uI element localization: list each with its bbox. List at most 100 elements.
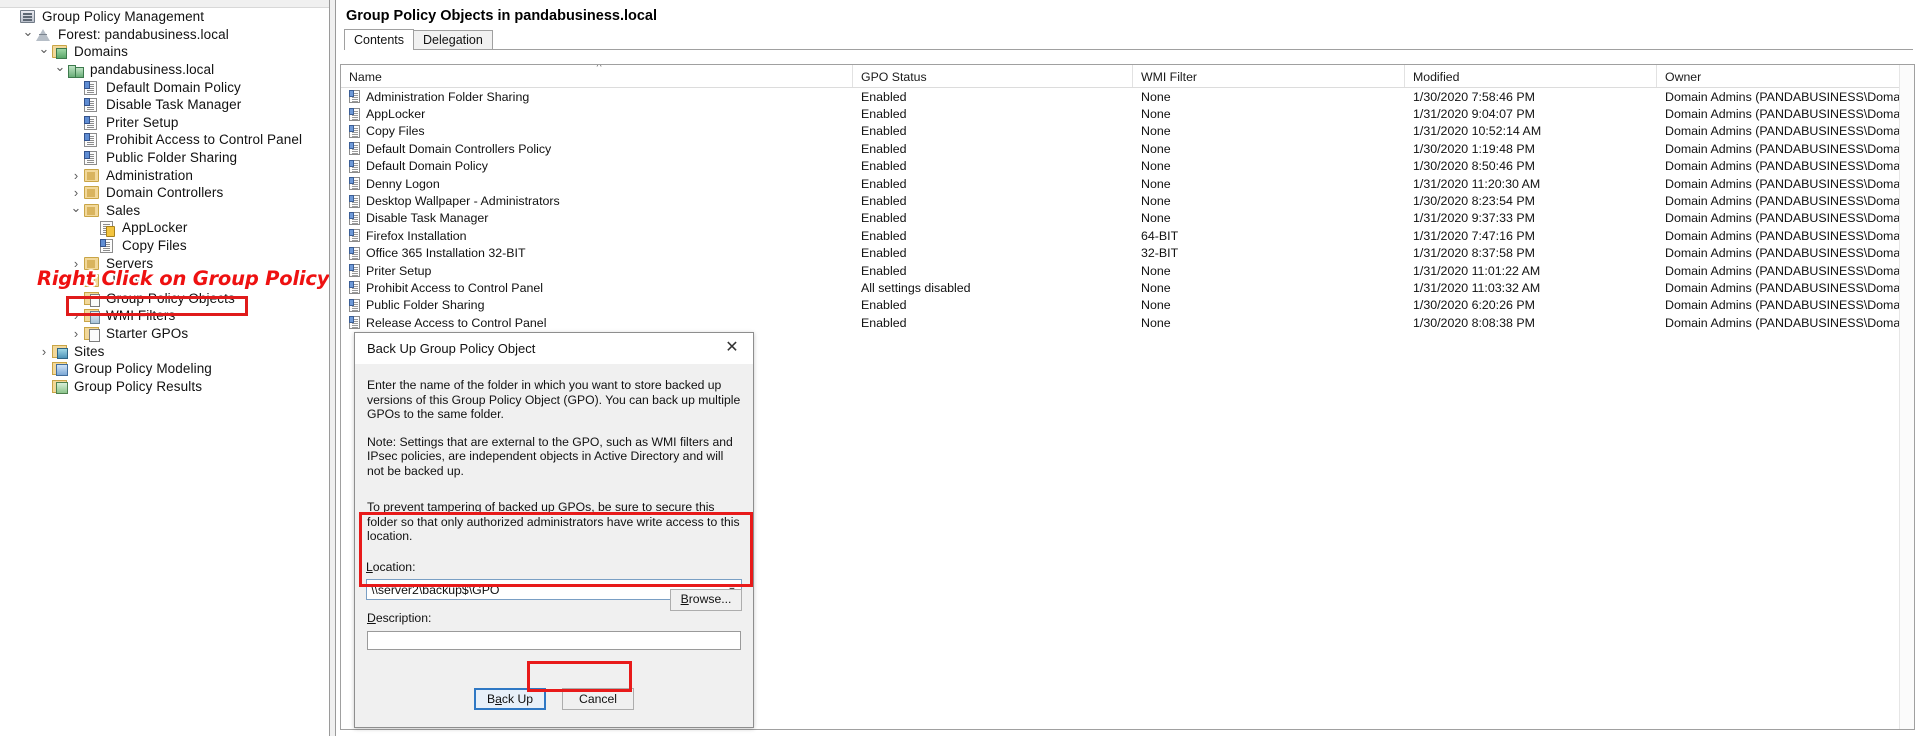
cell-text: Denny Logon bbox=[366, 176, 440, 191]
tree-item-copy-files[interactable]: Copy Files bbox=[0, 237, 329, 255]
tree-item-sites[interactable]: › Sites bbox=[0, 342, 329, 360]
chevron-down-icon[interactable]: ⌄ bbox=[52, 60, 68, 73]
results-icon bbox=[52, 379, 70, 394]
tree-item-applocker[interactable]: AppLocker bbox=[0, 219, 329, 238]
tree-item-disable-task-manager[interactable]: Disable Task Manager bbox=[0, 96, 329, 114]
table-row[interactable]: Desktop Wallpaper - Administrators Enable… bbox=[341, 192, 1914, 209]
tree-item-domains[interactable]: ⌄ Domains bbox=[0, 42, 329, 61]
gpo-container-icon bbox=[84, 291, 102, 307]
table-row[interactable]: Administration Folder Sharing Enabled None… bbox=[341, 88, 1914, 105]
tree-item-default-domain-policy[interactable]: Default Domain Policy bbox=[0, 78, 329, 96]
tree-pane-top-strip bbox=[0, 0, 329, 8]
tab-delegation[interactable]: Delegation bbox=[413, 30, 493, 50]
tab-contents[interactable]: Contents bbox=[344, 29, 415, 50]
table-row[interactable]: Office 365 Installation 32-BIT Enabled 32-… bbox=[341, 245, 1914, 262]
column-header-owner[interactable]: Owner bbox=[1657, 65, 1914, 87]
gpo-icon bbox=[349, 264, 360, 278]
description-input[interactable] bbox=[367, 630, 741, 650]
tree-item-servers[interactable]: › Servers bbox=[0, 254, 329, 272]
tree-item-sales[interactable]: ⌄ Sales bbox=[0, 201, 329, 220]
table-row[interactable]: Firefox Installation Enabled 64-BIT 1/31/20… bbox=[341, 227, 1914, 244]
gpo-icon bbox=[349, 90, 360, 104]
table-row[interactable]: Default Domain Policy Enabled None 1/30/202… bbox=[341, 158, 1914, 175]
chevron-down-icon[interactable]: ⌄ bbox=[68, 201, 84, 214]
tree-item-prohibit-access-to-control-panel[interactable]: Prohibit Access to Control Panel bbox=[0, 131, 329, 149]
back-up-button[interactable]: Ba ck Up bbox=[474, 688, 546, 710]
tree-item-group-policy-results[interactable]: Group Policy Results bbox=[0, 377, 329, 395]
cell-status: Enabled bbox=[861, 246, 907, 261]
tree-item-label: Public Folder Sharing bbox=[106, 150, 238, 166]
cell-owner: Domain Admins (PANDABUSINESS\Domain ... bbox=[1665, 315, 1914, 330]
chevron-right-icon[interactable]: › bbox=[68, 309, 84, 322]
wmi-glyph bbox=[84, 309, 100, 325]
tree-item-group-policy-objects[interactable]: Group Policy Objects bbox=[0, 290, 329, 308]
cell-modified: 1/30/2020 1:19:48 PM bbox=[1413, 141, 1535, 156]
forest-glyph bbox=[36, 28, 50, 41]
table-row[interactable]: Release Access to Control Panel Enabled No… bbox=[341, 314, 1914, 331]
chevron-right-icon[interactable]: › bbox=[68, 186, 84, 199]
tree-item-group-policy-modeling[interactable]: Group Policy Modeling bbox=[0, 360, 329, 378]
tree-item-label: Disable Task Manager bbox=[106, 97, 242, 113]
cell-text: Prohibit Access to Control Panel bbox=[366, 280, 544, 295]
table-row[interactable]: Denny Logon Enabled None 1/31/2020 11:20:30… bbox=[341, 175, 1914, 192]
sites-icon bbox=[52, 344, 70, 359]
tree-item-administration[interactable]: › Administration bbox=[0, 166, 329, 184]
tabstrip: Contents Delegation bbox=[340, 29, 1915, 50]
cell-status: Enabled bbox=[861, 141, 907, 156]
chevron-down-icon[interactable]: ⌄ bbox=[36, 42, 52, 55]
table-row[interactable]: Disable Task Manager Enabled None 1/31/2020… bbox=[341, 210, 1914, 227]
tree-item-public-folder-sharing[interactable]: Public Folder Sharing bbox=[0, 149, 329, 167]
cell-text: Default Domain Policy bbox=[366, 159, 488, 174]
policy-tree[interactable]: Group Policy Management ⌄ Forest: pandabus… bbox=[0, 8, 329, 395]
cell-owner: Domain Admins (PANDABUSINESS\Domain ... bbox=[1665, 263, 1914, 278]
cell-owner: Domain Admins (PANDABUSINESS\Domain ... bbox=[1665, 194, 1914, 209]
cell-wmi: None bbox=[1141, 141, 1171, 156]
chevron-right-icon[interactable]: › bbox=[68, 274, 84, 287]
browse-button[interactable]: Browse... bbox=[670, 588, 742, 611]
tree-item-wmi-filters[interactable]: › WMI Filters bbox=[0, 307, 329, 325]
cell-name: Prohibit Access to Control Panel bbox=[341, 281, 853, 295]
table-row[interactable]: Priter Setup Enabled None 1/31/2020 11:01:2… bbox=[341, 262, 1914, 279]
tree-item-priter-setup[interactable]: Priter Setup bbox=[0, 114, 329, 132]
cell-status: Enabled bbox=[861, 107, 907, 122]
cell-status: Enabled bbox=[861, 124, 907, 139]
chevron-right-icon[interactable]: › bbox=[68, 169, 84, 182]
cell-modified: 1/30/2020 6:20:26 PM bbox=[1413, 298, 1535, 313]
gpo-list-header: Name ^ GPO Status WMI Filter Modified Ow… bbox=[341, 65, 1914, 88]
description-label: Description: bbox=[367, 611, 432, 625]
gpo-container-glyph bbox=[84, 291, 100, 307]
column-header-gpo-status[interactable]: GPO Status bbox=[853, 65, 1133, 87]
tree-item-pandabusiness-local[interactable]: ⌄ pandabusiness.local bbox=[0, 60, 329, 79]
cell-name: Disable Task Manager bbox=[341, 211, 853, 225]
tree-item-starter-gpos[interactable]: › Starter GPOs bbox=[0, 325, 329, 343]
chevron-right-icon[interactable]: › bbox=[36, 345, 52, 358]
cell-wmi: None bbox=[1141, 107, 1171, 122]
gpo-icon bbox=[349, 246, 360, 260]
list-vertical-scrollbar[interactable] bbox=[1899, 65, 1914, 729]
chevron-right-icon[interactable]: › bbox=[68, 327, 84, 340]
tree-item-label: Group Policy Modeling bbox=[74, 361, 212, 377]
table-row[interactable]: Public Folder Sharing Enabled None 1/30/202… bbox=[341, 297, 1914, 314]
table-row[interactable]: Copy Files Enabled None 1/31/2020 10:52:14 … bbox=[341, 123, 1914, 140]
column-header-modified[interactable]: Modified bbox=[1405, 65, 1657, 87]
gpo-list-body[interactable]: Administration Folder Sharing Enabled None… bbox=[341, 88, 1914, 331]
cell-modified: 1/31/2020 7:47:16 PM bbox=[1413, 228, 1535, 243]
cancel-button[interactable]: Cancel bbox=[562, 688, 634, 710]
chevron-down-icon[interactable]: ⌄ bbox=[20, 25, 36, 38]
ou-icon bbox=[84, 203, 102, 218]
table-row[interactable]: Prohibit Access to Control Panel All sett… bbox=[341, 279, 1914, 296]
tree-item-label: Domain Controllers bbox=[106, 185, 224, 201]
cell-status: Enabled bbox=[861, 315, 907, 330]
tree-item-group-policy-management[interactable]: Group Policy Management bbox=[0, 8, 329, 26]
tree-item-forest-pandabusiness-local[interactable]: ⌄ Forest: pandabusiness.local bbox=[0, 25, 329, 44]
tree-item-users[interactable]: › Users bbox=[0, 272, 329, 290]
table-row[interactable]: Default Domain Controllers Policy Enabled… bbox=[341, 140, 1914, 157]
gpo-icon bbox=[349, 124, 360, 138]
column-header-name[interactable]: Name ^ bbox=[341, 65, 853, 87]
domain-glyph bbox=[68, 64, 84, 79]
table-row[interactable]: AppLocker Enabled None 1/31/2020 9:04:07 PM… bbox=[341, 105, 1914, 122]
tree-item-domain-controllers[interactable]: › Domain Controllers bbox=[0, 184, 329, 202]
close-icon[interactable]: ✕ bbox=[711, 333, 753, 363]
chevron-right-icon[interactable]: › bbox=[68, 257, 84, 270]
column-header-wmi-filter[interactable]: WMI Filter bbox=[1133, 65, 1405, 87]
